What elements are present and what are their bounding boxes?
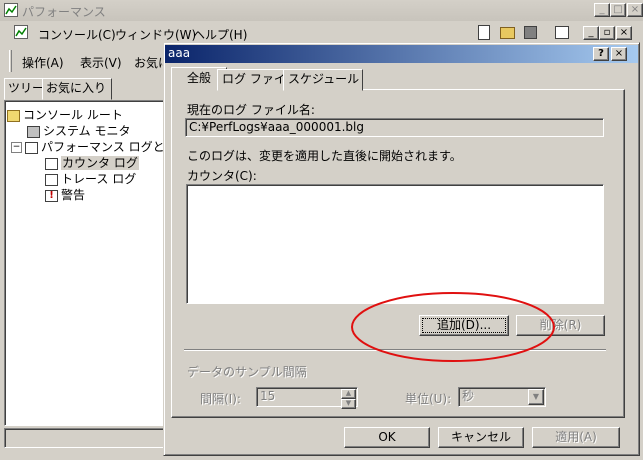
apply-button[interactable]: 適用(A) bbox=[532, 427, 620, 448]
trace-log-icon bbox=[45, 173, 58, 186]
folder-icon bbox=[7, 109, 20, 122]
interval-label: 間隔(I): bbox=[200, 392, 241, 406]
menu-window[interactable]: ウィンドウ(W) bbox=[115, 26, 196, 43]
main-title-text: パフォーマンス bbox=[22, 5, 106, 19]
tree-item-label: カウンタ ログ bbox=[61, 156, 139, 170]
save-icon[interactable] bbox=[524, 26, 537, 39]
chevron-down-icon[interactable]: ▼ bbox=[528, 389, 544, 405]
monitor-icon bbox=[27, 125, 40, 138]
tree-item-console-root[interactable]: コンソール ルート bbox=[7, 107, 123, 123]
console-icon bbox=[14, 25, 28, 39]
tree-item-system-monitor[interactable]: システム モニタ bbox=[27, 123, 130, 139]
counters-label: カウンタ(C): bbox=[187, 169, 257, 183]
menu-action[interactable]: 操作(A) bbox=[22, 54, 64, 71]
tree-item-counter-log[interactable]: カウンタ ログ bbox=[45, 155, 139, 171]
annotation-ellipse bbox=[351, 292, 555, 362]
perfmon-app-icon bbox=[4, 3, 18, 17]
start-notice: このログは、変更を適用した直後に開始されます。 bbox=[187, 149, 462, 163]
main-title-bar: パフォーマンス _ □ × bbox=[0, 0, 643, 21]
menu-help[interactable]: ヘルプ(H) bbox=[193, 26, 247, 43]
dialog-title-bar: aaa ? × bbox=[165, 45, 638, 63]
menu-view[interactable]: 表示(V) bbox=[80, 54, 122, 71]
child-close-button[interactable]: × bbox=[616, 26, 632, 40]
child-restore-button[interactable]: ▫ bbox=[599, 26, 615, 40]
tree-item-alert[interactable]: ! 警告 bbox=[45, 187, 85, 203]
child-minimize-button[interactable]: _ bbox=[583, 26, 599, 40]
unit-label: 単位(U): bbox=[405, 392, 452, 406]
current-log-field[interactable]: C:¥PerfLogs¥aaa_000001.blg bbox=[185, 118, 604, 137]
console-tree: コンソール ルート システム モニタ − パフォーマンス ログと警告 カウンタ ロ… bbox=[4, 100, 189, 426]
collapse-icon[interactable]: − bbox=[11, 142, 22, 153]
main-maximize-button[interactable]: □ bbox=[610, 3, 626, 17]
action-toolbar: 操作(A) 表示(V) お気に bbox=[0, 46, 175, 76]
ok-button[interactable]: OK bbox=[344, 427, 430, 448]
counters-list[interactable] bbox=[186, 184, 604, 304]
tab-log-files[interactable]: ログ ファイル bbox=[217, 69, 298, 91]
alert-icon: ! bbox=[45, 189, 58, 202]
properties-icon[interactable] bbox=[555, 26, 569, 39]
main-minimize-button[interactable]: _ bbox=[594, 3, 610, 17]
tree-item-label: 警告 bbox=[61, 188, 86, 202]
spin-down-icon[interactable]: ▼ bbox=[341, 399, 356, 409]
help-button[interactable]: ? bbox=[593, 47, 609, 61]
status-bar bbox=[4, 428, 169, 448]
spinner-arrows[interactable]: ▲ ▼ bbox=[341, 389, 356, 409]
tree-item-perf-logs[interactable]: − パフォーマンス ログと警告 bbox=[11, 139, 189, 155]
counter-log-icon bbox=[45, 157, 58, 170]
tree-item-label: トレース ログ bbox=[61, 172, 137, 186]
new-icon[interactable] bbox=[478, 25, 490, 40]
current-log-label: 現在のログ ファイル名: bbox=[187, 103, 315, 117]
spin-up-icon[interactable]: ▲ bbox=[341, 389, 356, 399]
tab-schedule[interactable]: スケジュール bbox=[283, 69, 363, 91]
cancel-button[interactable]: キャンセル bbox=[438, 427, 524, 448]
menu-console[interactable]: コンソール(C) bbox=[38, 26, 116, 43]
tree-item-label: システム モニタ bbox=[43, 124, 131, 138]
perf-logs-icon bbox=[25, 141, 38, 154]
main-close-button[interactable]: × bbox=[627, 3, 643, 17]
tab-favorites[interactable]: お気に入り bbox=[42, 78, 112, 100]
tree-item-label: コンソール ルート bbox=[23, 108, 123, 122]
sample-interval-group-label: データのサンプル間隔 bbox=[187, 365, 307, 379]
open-folder-icon[interactable] bbox=[500, 27, 515, 39]
dialog-close-button[interactable]: × bbox=[611, 47, 627, 61]
toolbar-grip bbox=[9, 50, 12, 72]
tree-tabs: ツリー お気に入り bbox=[4, 78, 164, 100]
menu-bar: コンソール(C) ウィンドウ(W) ヘルプ(H) _ ▫ × bbox=[0, 22, 643, 44]
tree-item-trace-log[interactable]: トレース ログ bbox=[45, 171, 136, 187]
dialog-title: aaa bbox=[168, 46, 191, 60]
